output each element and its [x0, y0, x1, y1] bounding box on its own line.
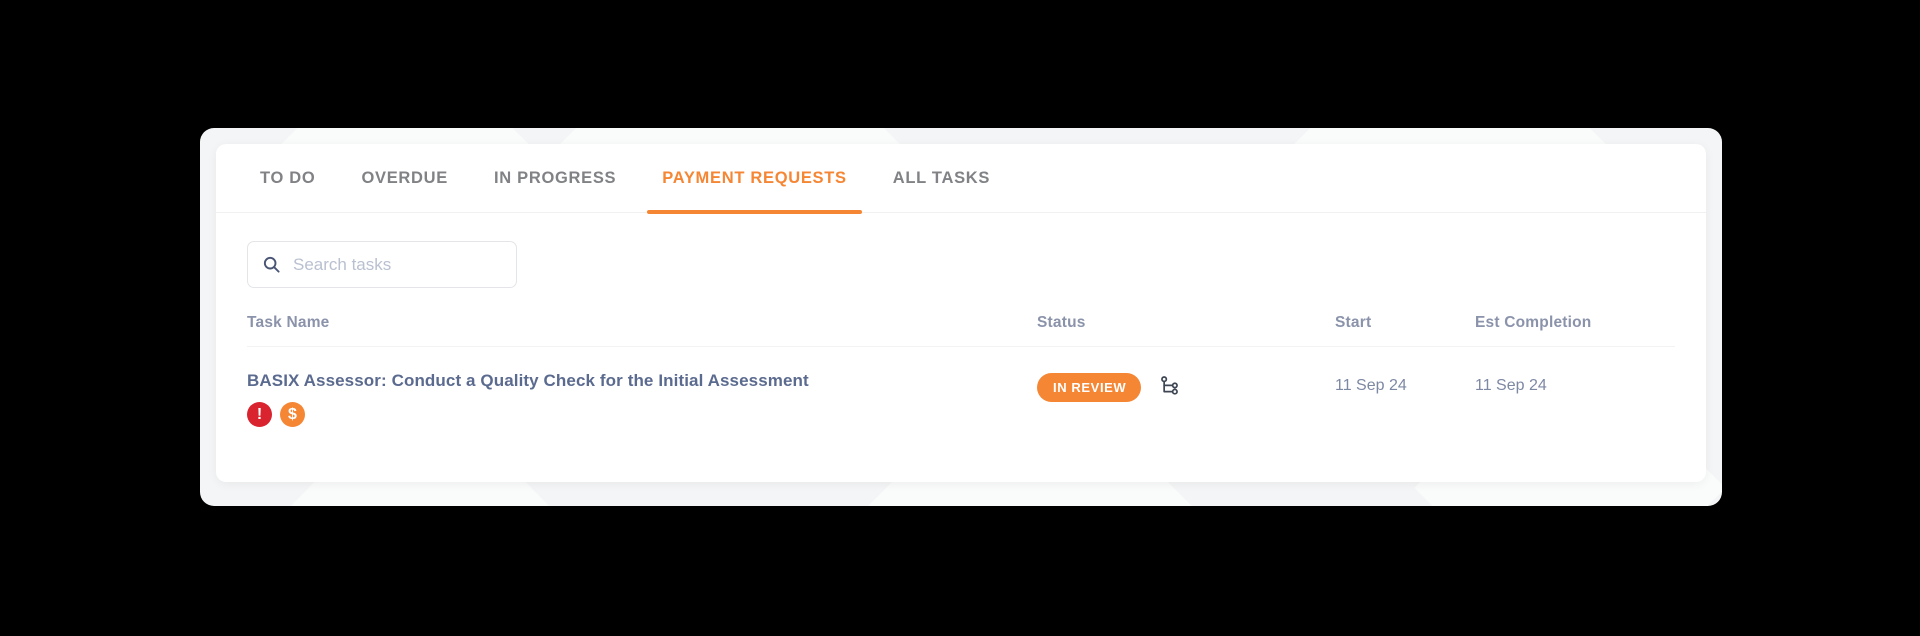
payment-dollar-icon: $	[280, 402, 305, 427]
tab-overdue[interactable]: OVERDUE	[338, 144, 471, 213]
tab-payment-requests[interactable]: PAYMENT REQUESTS	[639, 144, 869, 214]
column-header-task-name: Task Name	[247, 314, 330, 331]
column-header-est-completion: Est Completion	[1475, 314, 1592, 331]
task-name-link[interactable]: BASIX Assessor: Conduct a Quality Check …	[247, 371, 1037, 391]
column-header-status: Status	[1037, 314, 1086, 331]
tab-label: IN PROGRESS	[493, 168, 617, 187]
tab-in-progress[interactable]: IN PROGRESS	[471, 144, 639, 213]
alert-exclamation-icon: !	[247, 402, 272, 427]
table-header-row: Task Name Status Start Est Completion	[247, 314, 1675, 347]
table-row[interactable]: BASIX Assessor: Conduct a Quality Check …	[247, 347, 1675, 427]
subtask-branch-icon[interactable]	[1159, 375, 1180, 401]
cell-est-completion-date: 11 Sep 24	[1475, 377, 1547, 394]
search-box[interactable]	[247, 241, 517, 288]
column-header-start: Start	[1335, 314, 1372, 331]
tab-label: ALL TASKS	[892, 168, 991, 187]
cell-start-date: 11 Sep 24	[1335, 377, 1407, 394]
cell-task-name: BASIX Assessor: Conduct a Quality Check …	[247, 371, 1037, 427]
cell-status: IN REVIEW	[1037, 371, 1335, 402]
tab-label: PAYMENT REQUESTS	[662, 168, 847, 187]
tab-bar: TO DO OVERDUE IN PROGRESS PAYMENT REQUES…	[216, 144, 1706, 214]
task-table: Task Name Status Start Est Completion BA…	[216, 314, 1706, 427]
task-badge-group: ! $	[247, 402, 1037, 427]
search-icon	[262, 255, 281, 274]
status-badge: IN REVIEW	[1037, 373, 1142, 402]
search-input[interactable]	[293, 254, 502, 275]
tab-to-do[interactable]: TO DO	[247, 144, 338, 213]
tab-label: TO DO	[260, 168, 316, 187]
task-list-card: TO DO OVERDUE IN PROGRESS PAYMENT REQUES…	[216, 144, 1706, 482]
tab-label: OVERDUE	[361, 168, 448, 187]
search-area	[216, 213, 1706, 288]
tab-all-tasks[interactable]: ALL TASKS	[870, 144, 1013, 213]
